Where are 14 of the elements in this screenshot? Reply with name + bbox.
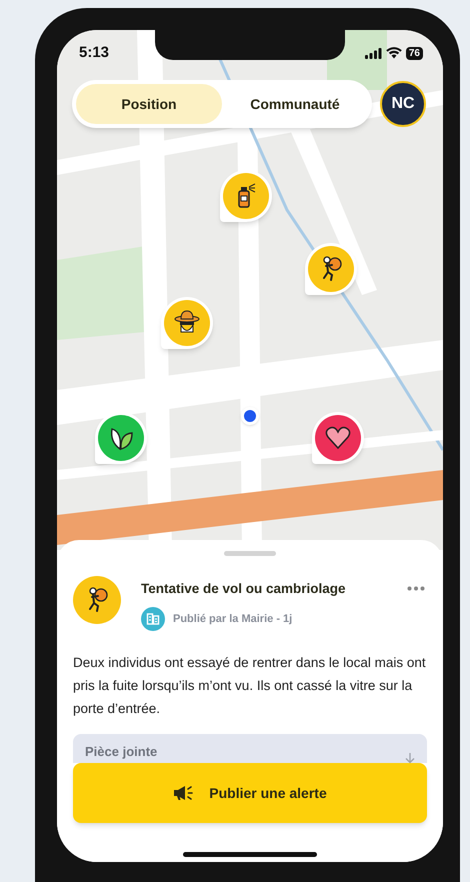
publisher-info: Publié par la Mairie - 1j [173, 612, 292, 627]
megaphone-icon [173, 785, 196, 802]
publish-alert-button[interactable]: Publier une alerte [73, 763, 427, 824]
tab[interactable]: Position [76, 84, 222, 124]
building-icon [141, 607, 165, 632]
alert-description: Deux individus ont essayé de rentrer dans le local mais ont pris la fuite lorsqu’ils m’ont vu. Ils ont cassé la vitre sur la porte d’entrée. [73, 654, 427, 718]
alert-title: Tentative de vol ou cambriolage [141, 580, 347, 598]
attachment-label: Pièce jointe [85, 744, 158, 762]
status-time: 5:13 [79, 43, 110, 63]
wifi-icon [386, 47, 402, 60]
attachment-panel[interactable]: Pièce jointe [73, 734, 427, 764]
more-options-icon[interactable] [407, 586, 425, 591]
signal-icon [364, 48, 382, 59]
drag-handle[interactable] [224, 551, 276, 556]
